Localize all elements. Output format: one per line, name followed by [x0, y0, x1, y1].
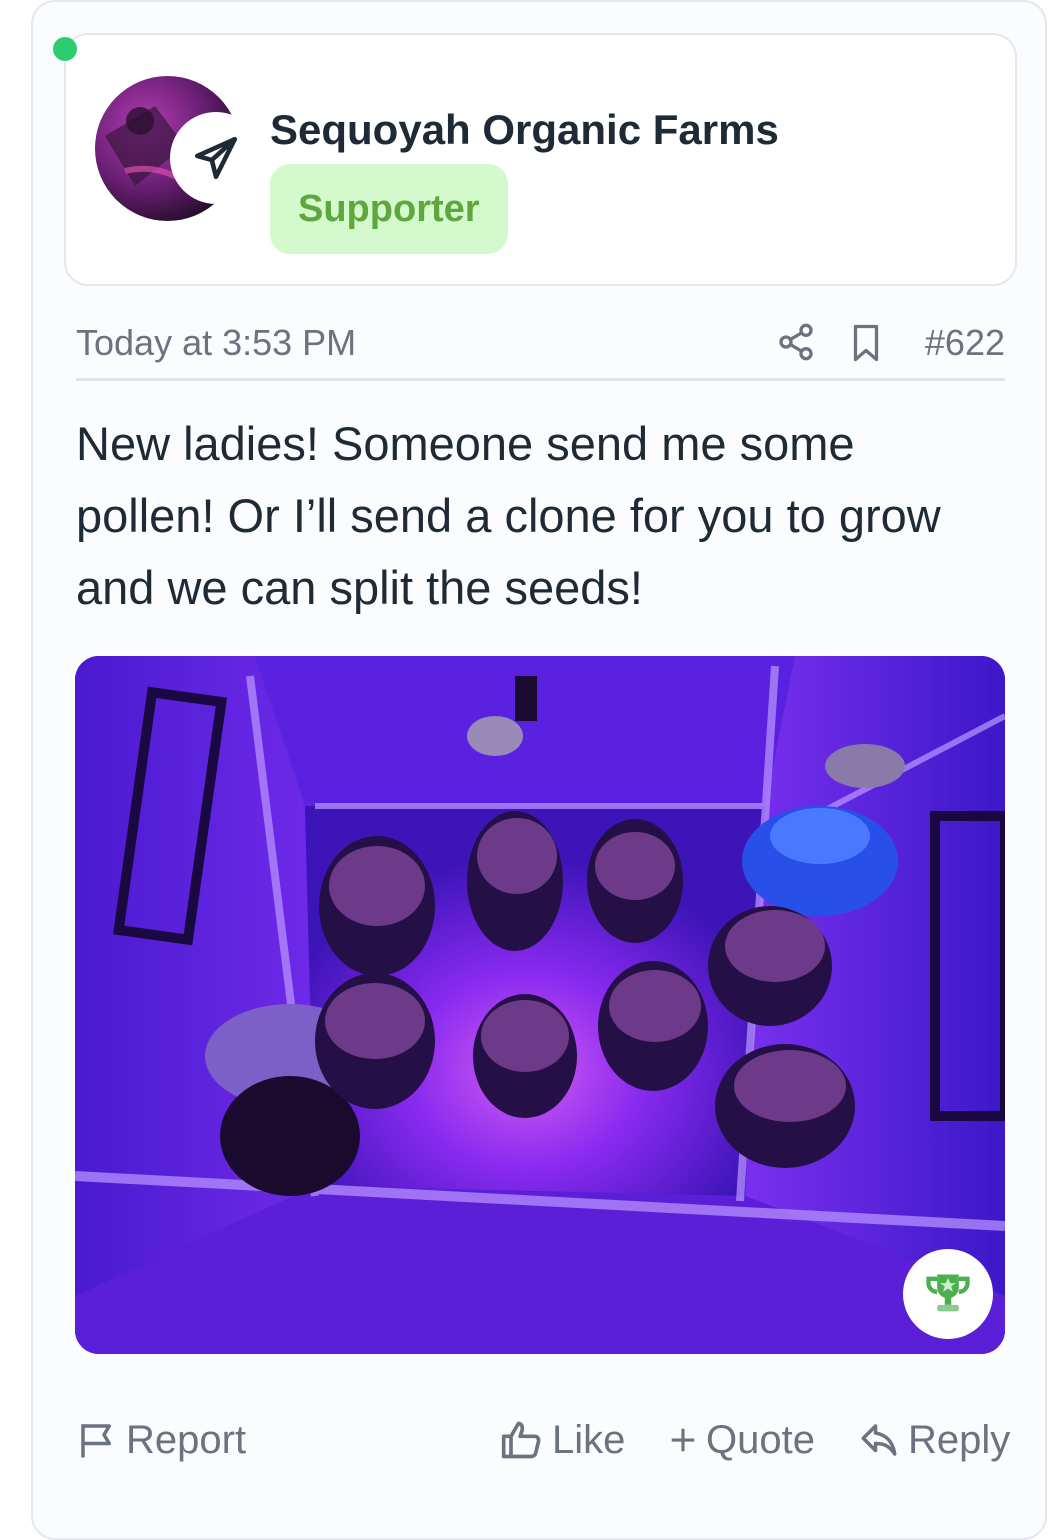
post-meta: Today at 3:53 PM #622	[76, 320, 1005, 381]
quote-label: Quote	[706, 1417, 815, 1462]
report-button[interactable]: Report	[76, 1408, 246, 1472]
quote-button[interactable]: Quote	[668, 1408, 815, 1472]
paper-plane-icon	[172, 114, 260, 202]
like-button[interactable]: Like	[500, 1408, 625, 1472]
post-actions: Report Like Quote Reply	[76, 1408, 1010, 1472]
report-label: Report	[126, 1417, 247, 1462]
flag-icon	[76, 1419, 118, 1461]
bookmark-icon[interactable]	[848, 322, 884, 364]
thumbs-up-icon	[500, 1418, 544, 1462]
attached-photo[interactable]	[75, 656, 1005, 1354]
reply-arrow-icon	[858, 1419, 900, 1461]
post-message: New ladies! Someone send me some pollen!…	[76, 417, 941, 614]
reply-button[interactable]: Reply	[858, 1408, 1010, 1472]
trophy-icon[interactable]	[903, 1249, 993, 1339]
author-name[interactable]: Sequoyah Organic Farms	[270, 106, 779, 154]
post-number-link[interactable]: #622	[925, 322, 1005, 364]
post-timestamp[interactable]: Today at 3:53 PM	[76, 322, 356, 364]
reply-label: Reply	[908, 1417, 1011, 1462]
role-badge: Supporter	[270, 164, 508, 254]
share-icon[interactable]	[776, 320, 816, 364]
online-status-dot	[53, 37, 77, 61]
plus-icon	[668, 1425, 698, 1455]
like-label: Like	[552, 1417, 626, 1462]
